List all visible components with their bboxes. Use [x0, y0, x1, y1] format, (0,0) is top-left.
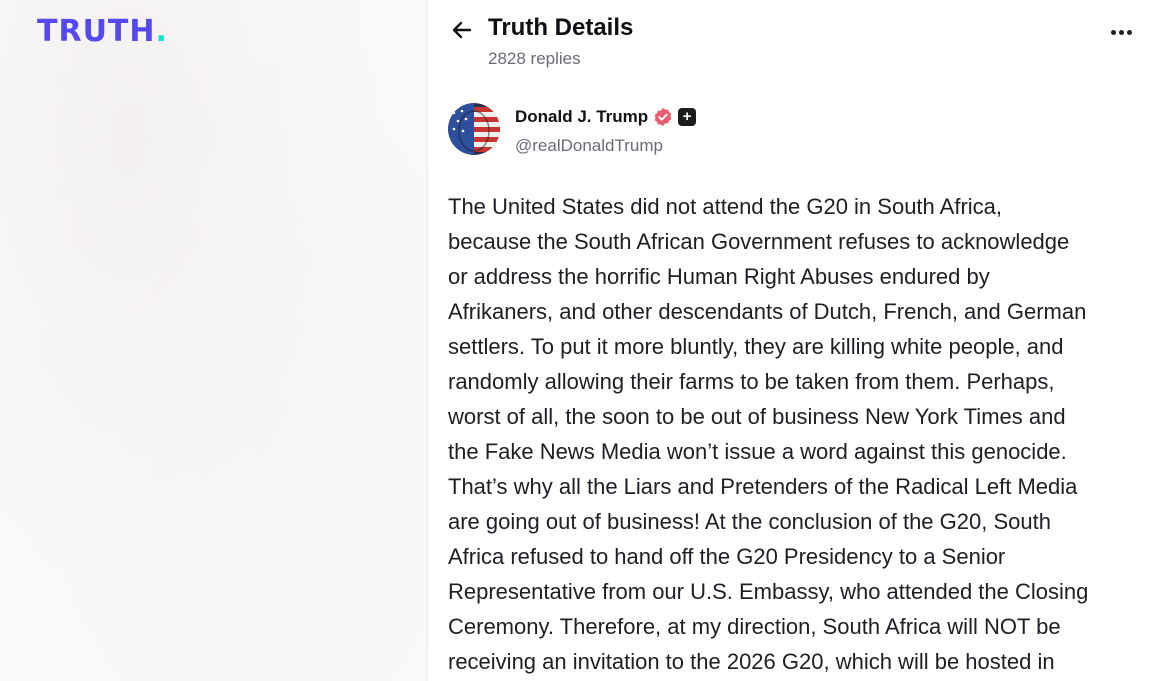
ellipsis-icon [1118, 29, 1124, 35]
logo-dot: . [155, 14, 168, 49]
post-text-line: Representative from our U.S. Embassy, wh… [448, 579, 1089, 604]
post-text-line: worst of all, the soon to be out of busi… [448, 404, 1066, 429]
back-button[interactable] [448, 16, 476, 44]
page-title: Truth Details [488, 14, 634, 41]
replies-count: 2828 replies [488, 49, 581, 68]
post-text-line: The United States did not attend the G20… [448, 194, 1003, 219]
post-text-line: settlers. To put it more bluntly, they a… [448, 334, 1064, 359]
post-text-line: That’s why all the Liars and Pretenders … [448, 474, 1078, 499]
more-options-button[interactable] [1106, 20, 1136, 44]
avatar[interactable] [448, 103, 500, 155]
arrow-left-icon [452, 21, 472, 39]
truth-logo[interactable]: TRUTH. [37, 14, 168, 49]
post-text-line: receiving an invitation to the 2026 G20,… [448, 649, 1055, 674]
page-header: Truth Details 2828 replies [448, 12, 1146, 72]
verified-badge-icon [654, 108, 672, 126]
author-name-row: Donald J. Trump + [515, 107, 697, 127]
post-text-line: Africa refused to hand off the G20 Presi… [448, 544, 1006, 569]
post-text-line: because the South African Government ref… [448, 229, 1070, 254]
post-author: Donald J. Trump + @realDonaldTrump [448, 103, 1146, 159]
post-text-line: are going out of business! At the conclu… [448, 509, 1051, 534]
post-text: The United States did not attend the G20… [448, 189, 1148, 679]
left-sidebar: TRUTH. [0, 0, 428, 681]
ellipsis-icon [1110, 29, 1116, 35]
plus-badge-icon: + [678, 108, 697, 126]
logo-text: TRUTH [37, 14, 156, 49]
post-text-line: Afrikaners, and other descendants of Dut… [448, 299, 1087, 324]
post-text-line: the Fake News Media won’t issue a word a… [448, 439, 1067, 464]
post-text-line: Ceremony. Therefore, at my direction, So… [448, 614, 1061, 639]
post-text-line: randomly allowing their farms to be take… [448, 369, 1055, 394]
author-handle[interactable]: @realDonaldTrump [515, 136, 663, 156]
flag-face-avatar-image [448, 103, 500, 155]
main-column: Truth Details 2828 replies Donald J. Tru… [428, 0, 1166, 681]
post-text-line: or address the horrific Human Right Abus… [448, 264, 990, 289]
ellipsis-icon [1126, 29, 1132, 35]
author-name[interactable]: Donald J. Trump [515, 107, 648, 127]
